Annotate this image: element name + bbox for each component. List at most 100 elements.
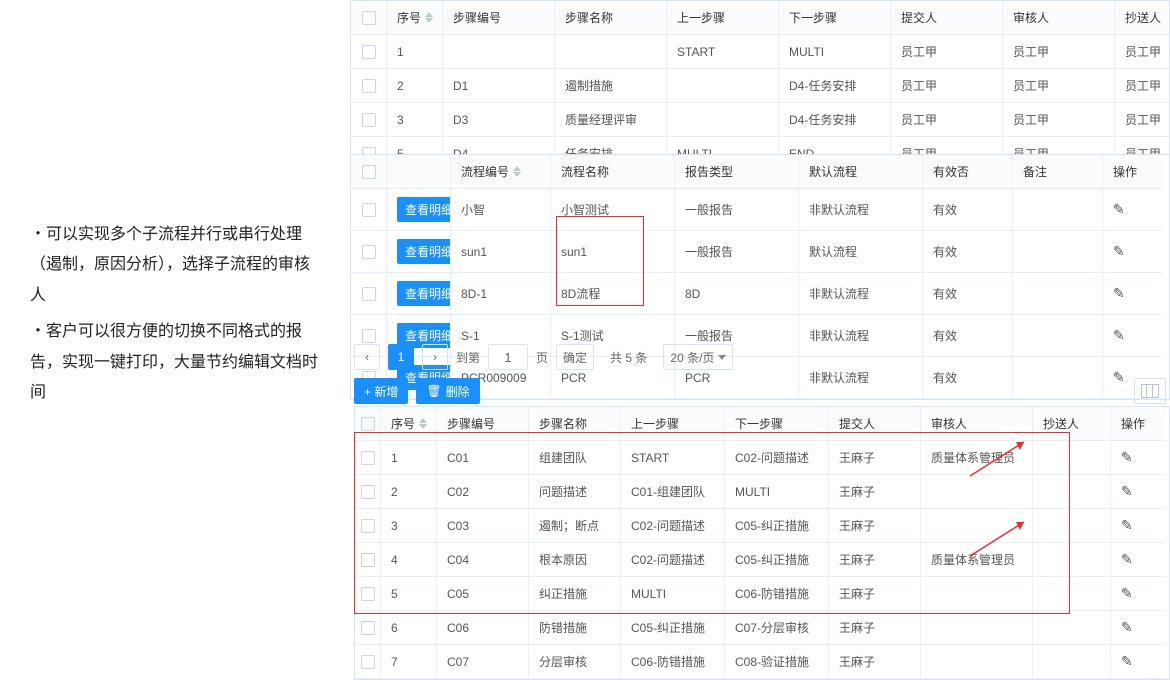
table-cell: 1	[387, 35, 443, 69]
column-header: 默认流程	[799, 155, 923, 189]
delete-button[interactable]: 🗑 删除	[416, 378, 479, 404]
select-all-checkbox[interactable]	[351, 1, 387, 35]
view-detail-button[interactable]: 查看明细	[397, 197, 451, 222]
table-cell: 员工甲	[1003, 35, 1115, 69]
note-bullet-2: ・客户可以很方便的切换不同格式的报告，实现一键打印，大量节约编辑文档时间	[30, 317, 320, 408]
table-cell	[1013, 189, 1103, 231]
row-action-cell: ✎	[1103, 273, 1163, 315]
table-cell: MULTI	[725, 475, 829, 509]
table-cell: START	[621, 441, 725, 475]
table-cell: 3	[387, 103, 443, 137]
edit-icon[interactable]: ✎	[1121, 449, 1133, 466]
column-header: 审核人	[921, 407, 1033, 441]
row-action-cell: ✎	[1111, 475, 1165, 509]
view-detail-button[interactable]: 查看明细	[397, 281, 451, 306]
column-header: 操作	[1103, 155, 1163, 189]
column-header	[387, 155, 451, 189]
column-header[interactable]: 序号	[387, 1, 443, 35]
row-action-cell: ✎	[1103, 231, 1163, 273]
table-cell	[1013, 231, 1103, 273]
row-checkbox[interactable]	[355, 543, 381, 577]
row-checkbox[interactable]	[355, 611, 381, 645]
edit-icon[interactable]: ✎	[1113, 285, 1125, 302]
table-cell: 一般报告	[675, 231, 799, 273]
table-cell: C06-防错措施	[725, 577, 829, 611]
table-cell: C05-纠正措施	[621, 611, 725, 645]
table-cell: 员工甲	[1115, 35, 1170, 69]
column-header: 提交人	[829, 407, 921, 441]
edit-icon[interactable]: ✎	[1121, 483, 1133, 500]
edit-icon[interactable]: ✎	[1113, 201, 1125, 218]
row-checkbox[interactable]	[351, 273, 387, 315]
edit-icon[interactable]: ✎	[1121, 585, 1133, 602]
table-cell	[1033, 577, 1111, 611]
row-action-cell: ✎	[1111, 577, 1165, 611]
edit-icon[interactable]: ✎	[1113, 327, 1125, 344]
column-header[interactable]: 序号	[381, 407, 437, 441]
table-cell: 王麻子	[829, 543, 921, 577]
table-cell	[443, 35, 555, 69]
row-checkbox[interactable]	[355, 645, 381, 679]
table-cell: C05	[437, 577, 529, 611]
table-cell: 8D流程	[551, 273, 675, 315]
row-checkbox[interactable]	[351, 189, 387, 231]
edit-icon[interactable]: ✎	[1121, 517, 1133, 534]
row-checkbox[interactable]	[351, 103, 387, 137]
table-cell: D3	[443, 103, 555, 137]
edit-icon[interactable]: ✎	[1121, 619, 1133, 636]
column-header: 操作	[1111, 407, 1165, 441]
table-cell	[1013, 273, 1103, 315]
goto-page-button[interactable]: 确定	[556, 344, 594, 370]
edit-icon[interactable]: ✎	[1113, 243, 1125, 260]
column-header: 提交人	[891, 1, 1003, 35]
table-cell: 王麻子	[829, 441, 921, 475]
page-suffix-label: 页	[536, 349, 548, 366]
edit-icon[interactable]: ✎	[1121, 551, 1133, 568]
table-cell: C01	[437, 441, 529, 475]
table-cell	[667, 103, 779, 137]
row-checkbox[interactable]	[351, 69, 387, 103]
table-cell: 员工甲	[1115, 103, 1170, 137]
next-page-button[interactable]: ›	[422, 344, 448, 370]
row-checkbox[interactable]	[355, 441, 381, 475]
table-cell: 非默认流程	[799, 273, 923, 315]
table-cell: 员工甲	[1115, 69, 1170, 103]
edit-icon[interactable]: ✎	[1121, 653, 1133, 670]
table-cell: 员工甲	[1003, 103, 1115, 137]
page-size-select[interactable]: 20 条/页	[663, 344, 733, 370]
view-detail-button[interactable]: 查看明细	[397, 239, 451, 264]
select-all-checkbox[interactable]	[351, 155, 387, 189]
column-header: 上一步骤	[621, 407, 725, 441]
table-cell: C02-问题描述	[621, 543, 725, 577]
row-checkbox[interactable]	[351, 35, 387, 69]
column-header: 步骤编号	[437, 407, 529, 441]
pagination: ‹ 1 › 到第 页 确定 共 5 条 20 条/页	[354, 344, 1170, 370]
row-checkbox[interactable]	[351, 231, 387, 273]
row-checkbox[interactable]	[355, 475, 381, 509]
note-bullet-1: ・可以实现多个子流程并行或串行处理（遏制，原因分析），选择子流程的审核人	[30, 220, 320, 311]
table-cell: 8D	[675, 273, 799, 315]
column-chooser-button[interactable]	[1134, 378, 1166, 404]
table-cell: C08-验证措施	[725, 645, 829, 679]
total-count-label: 共 5 条	[610, 349, 647, 366]
table-cell: C04	[437, 543, 529, 577]
column-header: 步骤名称	[555, 1, 667, 35]
column-header[interactable]: 流程编号	[451, 155, 551, 189]
table-cell: 2	[381, 475, 437, 509]
table-cell: MULTI	[621, 577, 725, 611]
add-button[interactable]: + 新增	[354, 378, 408, 404]
prev-page-button[interactable]: ‹	[354, 344, 380, 370]
column-header: 抄送人	[1033, 407, 1111, 441]
page-input[interactable]	[488, 344, 528, 370]
row-checkbox[interactable]	[355, 509, 381, 543]
goto-label: 到第	[456, 349, 480, 366]
table-cell: 王麻子	[829, 611, 921, 645]
view-detail-cell: 查看明细	[387, 231, 451, 273]
row-action-cell: ✎	[1111, 509, 1165, 543]
table-cell: START	[667, 35, 779, 69]
select-all-checkbox[interactable]	[355, 407, 381, 441]
row-checkbox[interactable]	[355, 577, 381, 611]
table-cell: 分层审核	[529, 645, 621, 679]
page-1-button[interactable]: 1	[388, 344, 414, 370]
trash-icon: 🗑	[426, 384, 441, 398]
